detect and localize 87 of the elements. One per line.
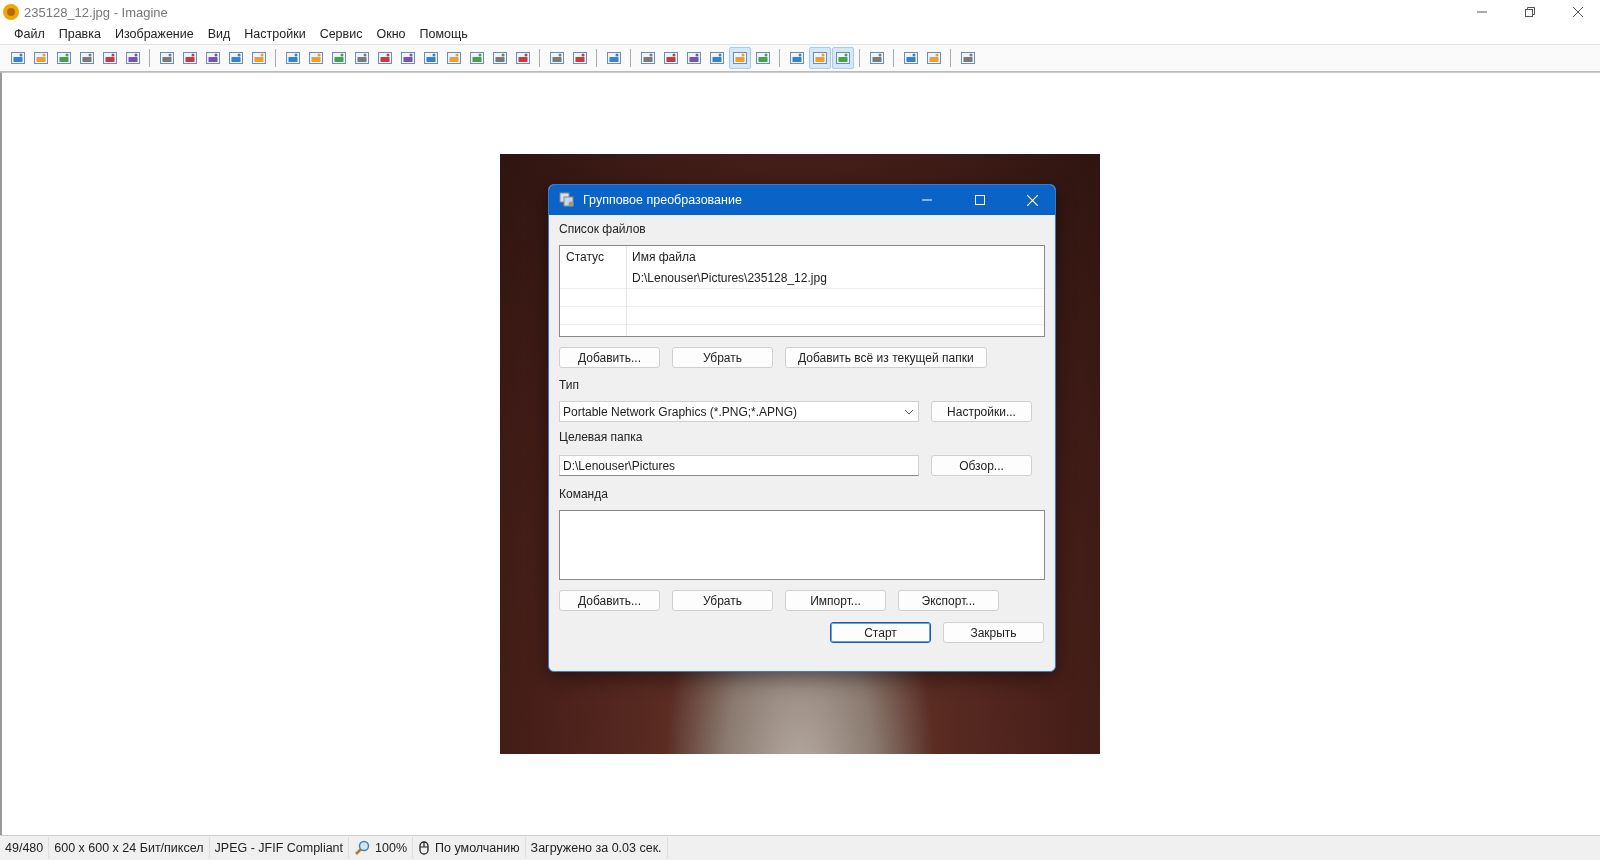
folder-input[interactable]: D:\Lenouser\Pictures bbox=[559, 455, 919, 476]
section-label: Команда bbox=[559, 486, 609, 502]
command-field[interactable] bbox=[559, 510, 1045, 580]
type-dropdown[interactable]: Portable Network Graphics (*.PNG;*.APNG) bbox=[559, 401, 919, 422]
picture-icon bbox=[204, 50, 221, 66]
maximize-icon bbox=[974, 195, 985, 205]
picture-icon bbox=[227, 50, 244, 66]
picture-icon bbox=[307, 50, 324, 66]
remove-button[interactable]: Убрать bbox=[672, 347, 773, 368]
picture-icon bbox=[376, 50, 393, 66]
picture-icon bbox=[754, 50, 771, 66]
status-text: По умолчанию bbox=[435, 841, 520, 855]
picture-icon bbox=[834, 50, 851, 66]
picture-icon bbox=[399, 50, 416, 66]
menu-item[interactable]: Сервис bbox=[313, 27, 371, 41]
status-text: Загружено за 0.03 сек. bbox=[530, 841, 662, 855]
close-icon bbox=[1027, 194, 1038, 206]
picture-icon bbox=[731, 50, 748, 66]
start-button[interactable]: Старт bbox=[830, 622, 931, 643]
picture-icon bbox=[250, 50, 267, 66]
picture-icon bbox=[78, 50, 95, 66]
picture-icon bbox=[284, 50, 301, 66]
close-dialog-button[interactable]: Закрыть bbox=[943, 622, 1044, 643]
section-label: Список файлов bbox=[559, 221, 647, 237]
menu-item[interactable]: Окно bbox=[370, 27, 414, 41]
close-icon bbox=[1573, 7, 1583, 17]
picture-icon bbox=[662, 50, 679, 66]
add-button[interactable]: Добавить... bbox=[559, 590, 660, 611]
export-button[interactable]: Экспорт... bbox=[898, 590, 999, 611]
menu-item[interactable]: Вид bbox=[201, 27, 239, 41]
picture-icon bbox=[55, 50, 72, 66]
mouse-icon bbox=[418, 840, 431, 856]
picture-icon bbox=[788, 50, 805, 66]
remove-button[interactable]: Убрать bbox=[672, 590, 773, 611]
restore-icon bbox=[1525, 7, 1535, 17]
picture-icon bbox=[330, 50, 347, 66]
add-folder-button[interactable]: Добавить всё из текущей папки bbox=[785, 347, 987, 368]
menu-item[interactable]: Правка bbox=[52, 27, 109, 41]
add-button[interactable]: Добавить... bbox=[559, 347, 660, 368]
menu-item[interactable]: Помощь bbox=[413, 27, 476, 41]
picture-icon bbox=[811, 50, 828, 66]
picture-icon bbox=[124, 50, 141, 66]
browse-button[interactable]: Обзор... bbox=[931, 455, 1032, 476]
picture-icon bbox=[548, 50, 565, 66]
table-cell-text: D:\Lenouser\Pictures\235128_12.jpg bbox=[631, 270, 827, 285]
picture-icon bbox=[868, 50, 885, 66]
dialog-title: Групповое преобразование bbox=[583, 193, 742, 207]
status-text: JPEG - JFIF Compliant bbox=[214, 841, 344, 855]
picture-icon bbox=[353, 50, 370, 66]
status-text: 600 x 600 x 24 Бит/пиксел bbox=[54, 841, 204, 855]
window-title: 235128_12.jpg - Imagine bbox=[24, 4, 168, 20]
picture-icon bbox=[422, 50, 439, 66]
section-label: Целевая папка bbox=[559, 429, 644, 445]
picture-icon bbox=[925, 50, 942, 66]
menu-item[interactable]: Изображение bbox=[108, 27, 202, 41]
import-button[interactable]: Импорт... bbox=[785, 590, 886, 611]
toolbar-button[interactable] bbox=[831, 47, 854, 69]
magnifier-icon bbox=[354, 840, 371, 856]
status-text: 100% bbox=[375, 841, 408, 855]
picture-icon bbox=[445, 50, 462, 66]
picture-icon bbox=[571, 50, 588, 66]
status-text: 49/480 bbox=[5, 841, 44, 855]
picture-icon bbox=[158, 50, 175, 66]
menu-item[interactable]: Файл bbox=[8, 27, 53, 41]
picture-icon bbox=[181, 50, 198, 66]
toolbar-button[interactable] bbox=[728, 47, 751, 69]
picture-icon bbox=[468, 50, 485, 66]
flower-icon bbox=[2, 3, 20, 21]
picture-icon bbox=[959, 50, 976, 66]
settings-button[interactable]: Настройки... bbox=[931, 401, 1032, 422]
batch-icon bbox=[559, 192, 575, 208]
column-header: Статус bbox=[565, 249, 605, 264]
column-header: Имя файла bbox=[631, 249, 696, 264]
section-label: Тип bbox=[559, 377, 580, 393]
picture-icon bbox=[639, 50, 656, 66]
chevron-down-icon bbox=[904, 408, 914, 415]
toolbar-button[interactable] bbox=[808, 47, 831, 69]
menu-item[interactable]: Настройки bbox=[238, 27, 314, 41]
picture-icon bbox=[605, 50, 622, 66]
picture-icon bbox=[708, 50, 725, 66]
picture-icon bbox=[902, 50, 919, 66]
picture-icon bbox=[32, 50, 49, 66]
picture-icon bbox=[685, 50, 702, 66]
picture-icon bbox=[491, 50, 508, 66]
picture-icon bbox=[101, 50, 118, 66]
picture-icon bbox=[514, 50, 531, 66]
picture-icon bbox=[9, 50, 26, 66]
